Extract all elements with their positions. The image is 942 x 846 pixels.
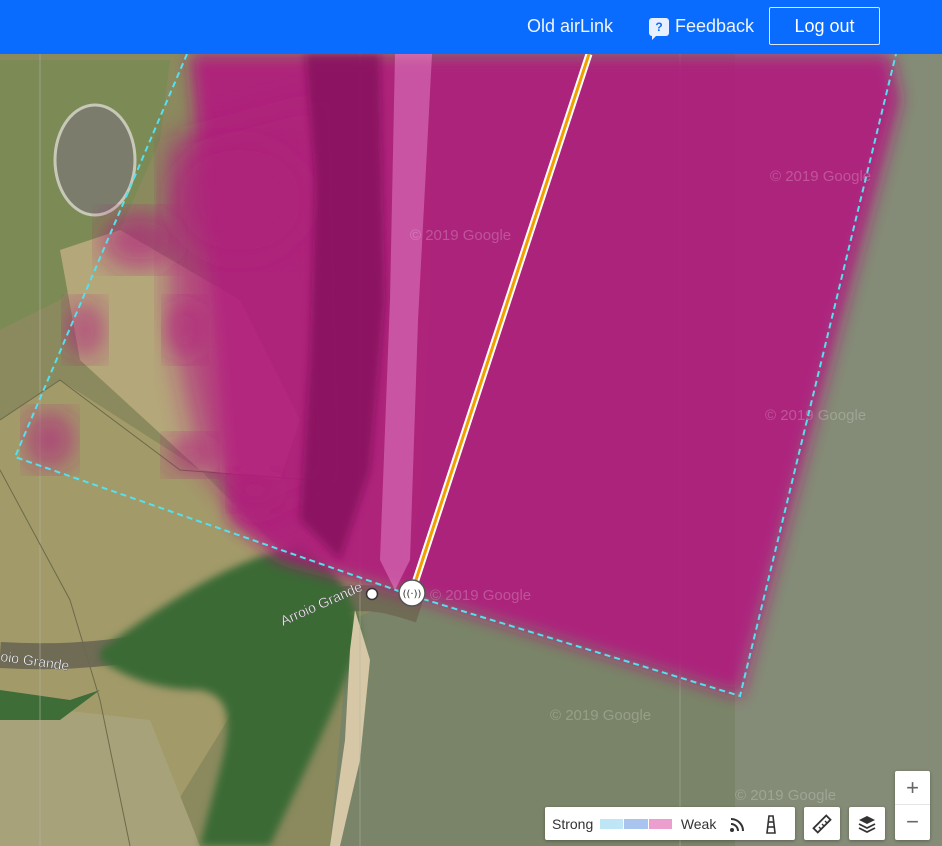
old-airlink-link[interactable]: Old airLink (527, 16, 613, 37)
map-watermark: © 2019 Google (430, 587, 531, 604)
map-watermark: © 2019 Google (735, 787, 836, 804)
map-watermark: © 2019 Google (770, 168, 871, 185)
signal-icon[interactable] (728, 814, 747, 834)
map-watermark: © 2019 Google (410, 227, 511, 244)
zoom-out-button[interactable]: − (895, 805, 930, 839)
ruler-button[interactable] (804, 807, 840, 840)
ruler-icon (812, 813, 832, 834)
layers-icon (858, 815, 876, 833)
satellite-map: © 2019 Google © 2019 Google © 2019 Googl… (0, 54, 942, 846)
map-canvas[interactable]: © 2019 Google © 2019 Google © 2019 Googl… (0, 54, 942, 846)
signal-legend: Strong Weak (545, 807, 795, 840)
legend-strong-label: Strong (552, 815, 594, 832)
feedback-link[interactable]: ? Feedback (649, 16, 755, 40)
map-watermark: © 2019 Google (765, 407, 866, 424)
tower-icon[interactable] (762, 814, 781, 834)
logout-button[interactable]: Log out (769, 7, 880, 45)
map-watermark: © 2019 Google (550, 707, 651, 724)
svg-text:((·)): ((·)) (403, 589, 422, 600)
zoom-in-button[interactable]: + (895, 771, 930, 805)
top-bar: Old airLink ? Feedback Log out (0, 0, 942, 54)
legend-swatch-strong (600, 818, 624, 829)
legend-weak-label: Weak (680, 815, 717, 832)
legend-swatch-medium (624, 818, 648, 829)
legend-swatch-weak (648, 818, 672, 829)
feedback-label: Feedback (675, 16, 755, 36)
map-point-marker[interactable] (365, 587, 379, 601)
zoom-control: + − (895, 771, 930, 840)
lake (53, 103, 137, 217)
layers-button[interactable] (849, 807, 885, 840)
feedback-icon: ? (649, 17, 669, 40)
tower-marker[interactable]: ((·)) (398, 579, 426, 607)
